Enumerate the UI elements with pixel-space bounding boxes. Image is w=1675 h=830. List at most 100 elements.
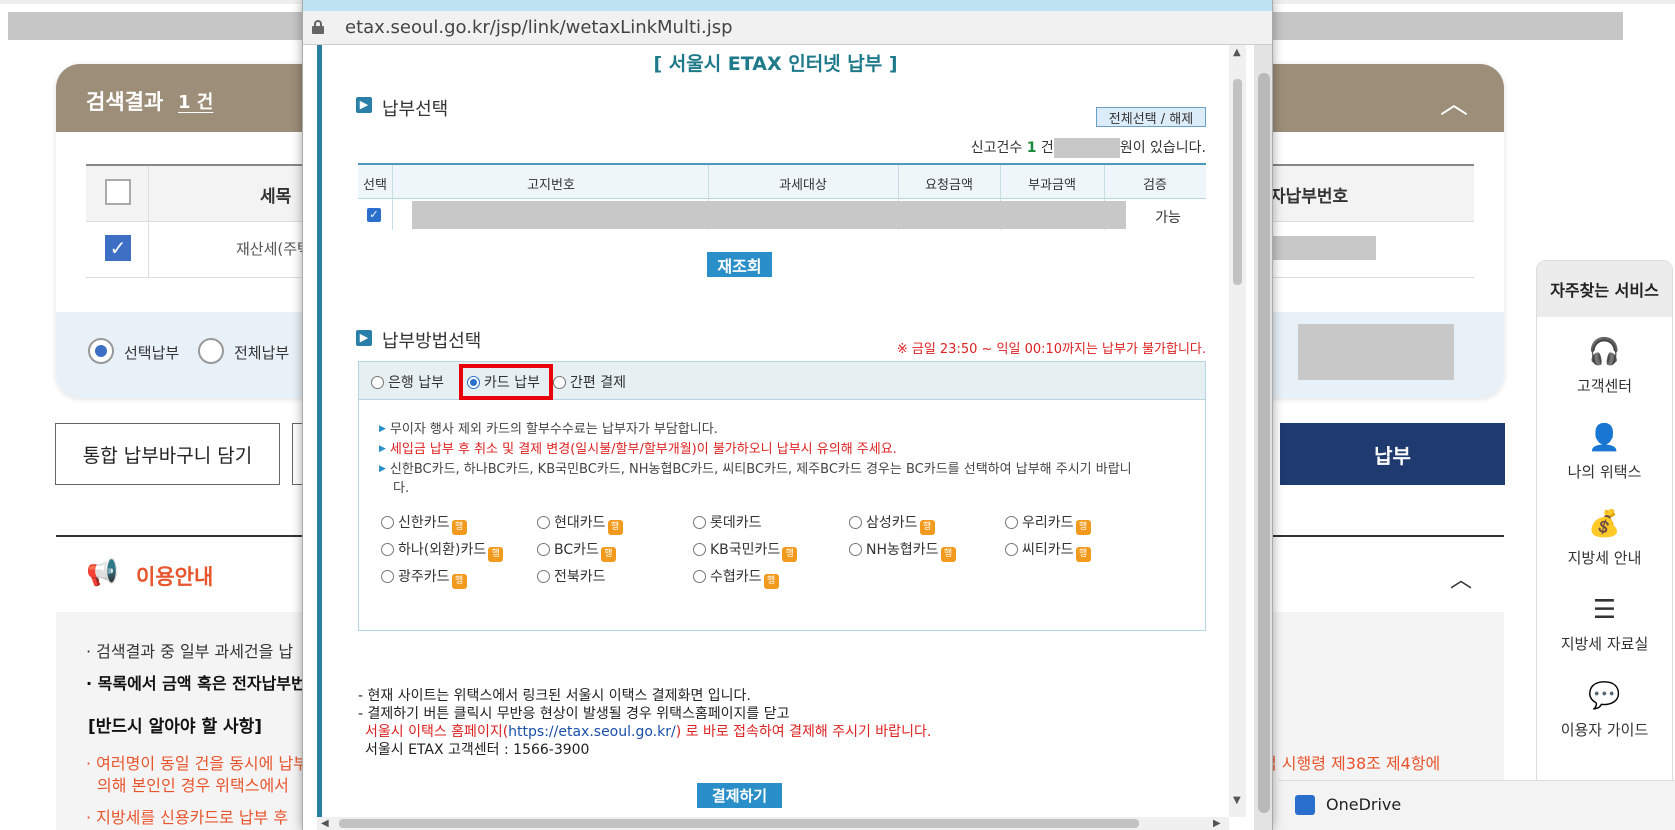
all-pay-radio[interactable] [198, 338, 224, 364]
scroll-up-arrow-icon[interactable]: ▲ [1233, 47, 1241, 58]
card-name: BC카드 [554, 542, 599, 558]
card-option[interactable]: NH농협카드 행 [849, 539, 956, 562]
inner-horizontal-scrollbar[interactable]: ◀ ▶ [317, 817, 1229, 830]
card-event-badge: 행 [782, 547, 798, 562]
header-tax-item: 세목 [260, 187, 292, 207]
guide-heading: [반드시 알아야 할 사항] [88, 717, 263, 737]
pay-button[interactable]: 납부 [1280, 423, 1505, 485]
section-select-title: 납부선택 [382, 99, 449, 120]
card-radio[interactable] [849, 516, 862, 529]
simple-pay-radio[interactable] [553, 376, 566, 389]
card-radio[interactable] [537, 543, 550, 556]
bank-radio[interactable] [371, 376, 384, 389]
pay-submit-button[interactable]: 결제하기 [697, 783, 782, 808]
collapse-chevron-icon[interactable]: ︿ [1440, 82, 1468, 122]
card-radio[interactable] [1005, 543, 1018, 556]
popup-titlebar [303, 0, 1272, 11]
notice-1: ▶ 무이자 행사 제외 카드의 할부수수료는 납부자가 부담합니다. [379, 422, 718, 437]
outer-scroll-thumb[interactable] [1258, 73, 1270, 813]
card-option[interactable]: KB국민카드 행 [693, 539, 798, 562]
header-e-pay-number: 자납부번호 [1270, 187, 1349, 207]
horizontal-scroll-thumb[interactable] [339, 819, 1139, 828]
onedrive-label: OneDrive [1326, 795, 1402, 814]
card-option[interactable]: 씨티카드 행 [1005, 539, 1091, 562]
guide-orange-1-right: 법 시행령 제38조 제4항에 [1262, 754, 1441, 773]
section-arrow-icon: ▶ [356, 97, 372, 113]
card-method-highlight [459, 364, 553, 400]
card-option[interactable]: 하나(외환)카드 행 [381, 539, 504, 562]
lock-icon [312, 20, 324, 34]
card-name: 롯데카드 [710, 515, 762, 531]
method-simple-pay[interactable]: 간편 결제 [553, 372, 626, 392]
row-select-checkbox[interactable]: ✓ [367, 208, 381, 222]
card-radio[interactable] [537, 570, 550, 583]
card-radio[interactable] [381, 543, 394, 556]
card-name: 현대카드 [554, 515, 606, 531]
card-radio[interactable] [693, 570, 706, 583]
card-name: 삼성카드 [866, 515, 918, 531]
card-option[interactable]: BC카드 행 [537, 539, 616, 562]
card-option[interactable]: 광주카드 행 [381, 566, 467, 589]
etax-homepage-link[interactable]: https://etax.seoul.go.kr/ [508, 724, 676, 740]
card-radio[interactable] [381, 570, 394, 583]
card-event-badge: 행 [940, 547, 956, 562]
requery-button[interactable]: 재조회 [707, 252, 772, 277]
card-name: 하나(외환)카드 [398, 542, 487, 558]
card-option[interactable]: 현대카드 행 [537, 512, 623, 535]
card-event-badge: 행 [600, 547, 616, 562]
method-bank[interactable]: 은행 납부 [371, 372, 444, 392]
row-checkbox[interactable]: ✓ [105, 235, 131, 261]
card-name: 전북카드 [554, 569, 606, 585]
card-option[interactable]: 수협카드 행 [693, 566, 779, 589]
card-radio[interactable] [849, 543, 862, 556]
address-url[interactable]: etax.seoul.go.kr/jsp/link/wetaxLinkMulti… [345, 17, 733, 38]
card-radio[interactable] [693, 516, 706, 529]
select-all-checkbox[interactable] [105, 179, 131, 205]
card-name: 우리카드 [1022, 515, 1074, 531]
result-count[interactable]: 1 건 [178, 88, 213, 114]
quick-item-local-tax-library[interactable]: ☰ 지방세 자료실 [1537, 585, 1672, 671]
card-option[interactable]: 신한카드 행 [381, 512, 467, 535]
footer-line-4: 서울시 ETAX 고객센터 : 1566-3900 [365, 742, 590, 758]
redacted-amount [1298, 324, 1454, 380]
address-bar[interactable]: etax.seoul.go.kr/jsp/link/wetaxLinkMulti… [303, 11, 1272, 45]
section-arrow-icon: ▶ [356, 330, 372, 346]
footer-line-2: - 결제하기 버튼 클릭시 무반응 현상이 발생될 경우 위택스홈페이지를 닫고 [358, 706, 790, 722]
quick-item-user-guide[interactable]: 💬 이용자 가이드 [1537, 671, 1672, 757]
quick-item-local-tax-info[interactable]: 💰 지방세 안내 [1537, 499, 1672, 585]
card-option[interactable]: 삼성카드 행 [849, 512, 935, 535]
payment-method-box: 은행 납부 카드 납부 간편 결제 ▶ 무이자 행사 제외 카드의 할부수수료는 … [358, 361, 1206, 631]
payment-table-header: 선택 고지번호 과세대상 요청금액 부과금액 검증 [358, 165, 1206, 199]
th-verify: 검증 [1143, 178, 1167, 193]
outer-vertical-scrollbar[interactable] [1254, 45, 1272, 830]
card-option[interactable]: 전북카드 [537, 566, 606, 586]
selected-pay-radio[interactable] [88, 338, 114, 364]
person-icon: 👤 [1588, 423, 1621, 453]
headset-icon: 🎧 [1588, 337, 1621, 367]
card-name: KB국민카드 [710, 542, 781, 558]
row-verify-status: 가능 [1155, 210, 1181, 226]
inner-vertical-scrollbar[interactable]: ▲ ▼ [1229, 45, 1246, 817]
card-radio[interactable] [381, 516, 394, 529]
card-event-badge: 행 [451, 520, 467, 535]
onedrive-notification[interactable]: OneDrive [1278, 780, 1675, 830]
card-event-badge: 행 [488, 547, 504, 562]
card-radio[interactable] [537, 516, 550, 529]
th-notice-number: 고지번호 [527, 178, 575, 193]
add-to-cart-button[interactable]: 통합 납부바구니 담기 [55, 423, 280, 485]
card-option[interactable]: 롯데카드 [693, 512, 762, 532]
inner-scroll-thumb[interactable] [1233, 79, 1242, 285]
select-all-toggle-button[interactable]: 전체선택 / 해제 [1096, 107, 1206, 127]
card-name: 수협카드 [710, 569, 762, 585]
quick-item-customer-center[interactable]: 🎧 고객센터 [1537, 327, 1672, 413]
guide-chevron-icon[interactable]: ︿ [1450, 562, 1472, 594]
scroll-left-arrow-icon[interactable]: ◀ [321, 818, 329, 829]
list-icon: ☰ [1592, 595, 1617, 625]
th-levy-amount: 부과금액 [1028, 178, 1076, 193]
card-radio[interactable] [1005, 516, 1018, 529]
card-radio[interactable] [693, 543, 706, 556]
quick-item-my-wetax[interactable]: 👤 나의 위택스 [1537, 413, 1672, 499]
scroll-right-arrow-icon[interactable]: ▶ [1213, 818, 1221, 829]
card-option[interactable]: 우리카드 행 [1005, 512, 1091, 535]
scroll-down-arrow-icon[interactable]: ▼ [1233, 795, 1241, 806]
